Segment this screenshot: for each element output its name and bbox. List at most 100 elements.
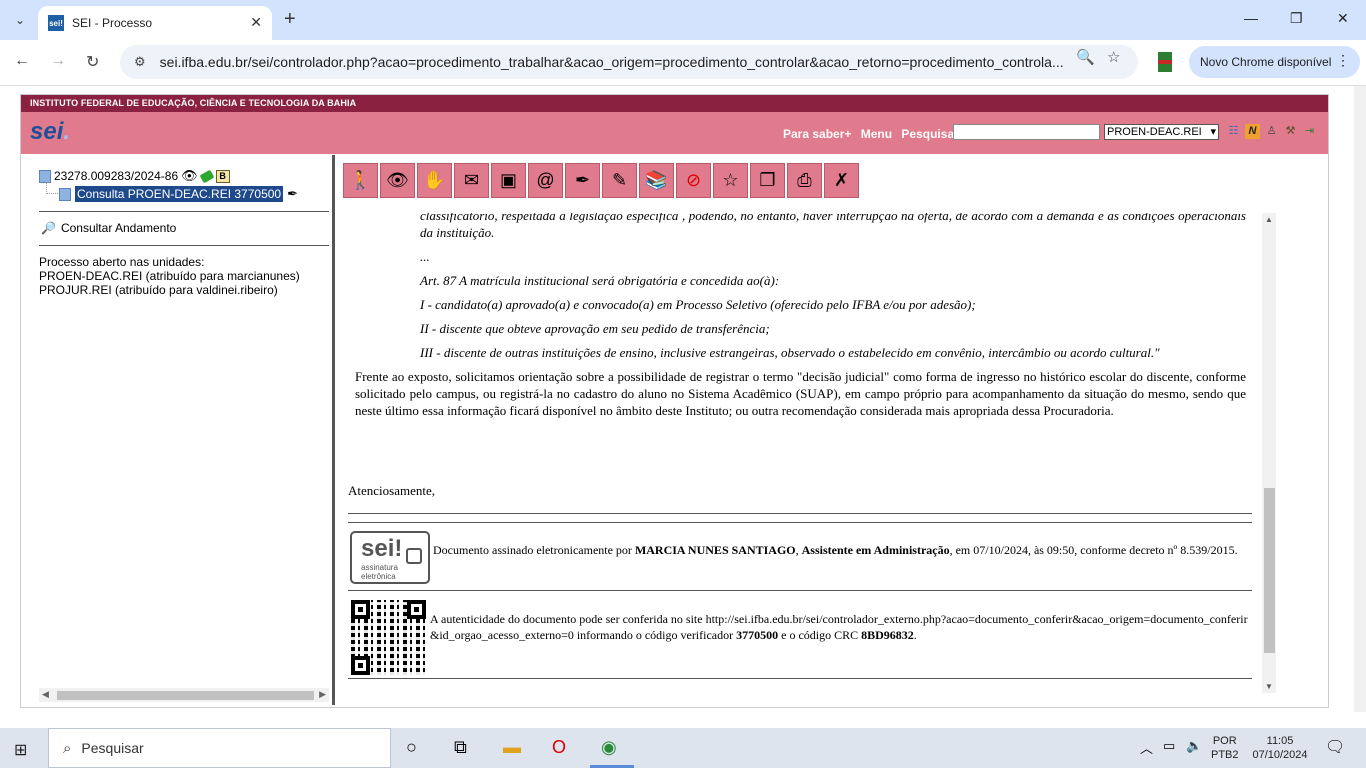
para-saber-link[interactable]: Para saber+ [783, 127, 851, 141]
consultar-andamento-link[interactable]: 🔎 Consultar Andamento [41, 221, 176, 235]
document-pane: 🚶 👁 ✋ ✉ ▣ @ ✒ ✎ 📚 ⊘ ☆ ❐ ⎙ ✗ classificató… [335, 155, 1328, 705]
opera-icon[interactable]: O [552, 737, 566, 758]
scroll-thumb[interactable] [1264, 488, 1275, 653]
language-indicator[interactable]: POR PTB2 [1211, 734, 1239, 762]
sei-header: sei. Para saber+ Menu Pesquisa PROEN-DEA… [21, 112, 1328, 154]
open-unit-2[interactable]: PROJUR.REI (atribuído para valdinei.ribe… [39, 283, 300, 297]
authenticity-text: A autenticidade do documento pode ser co… [430, 612, 1248, 642]
quote-item-3: III - discente de outras instituições de… [420, 345, 1160, 360]
chrome-icon[interactable]: ◉ [601, 737, 617, 758]
process-tree-pane: 23278.009283/2024-86 👁 B Consulta PROEN-… [21, 155, 332, 705]
forward-icon[interactable]: → [50, 52, 66, 70]
tools-icon[interactable]: ⚒ [1283, 124, 1298, 139]
grid-icon[interactable]: ☷ [1226, 124, 1241, 139]
notifications-icon[interactable]: 🗨 [1325, 737, 1345, 757]
pen-sign-icon[interactable]: ✒ [565, 163, 600, 198]
edit-document-icon[interactable]: ✎ [602, 163, 637, 198]
news-icon[interactable]: N [1245, 124, 1260, 139]
search-input[interactable] [953, 124, 1100, 140]
footer-divider [348, 678, 1252, 679]
send-process-icon[interactable]: 🚶 [343, 163, 378, 198]
tag-icon[interactable] [199, 169, 215, 183]
task-view-icon[interactable]: ⧉ [454, 737, 467, 758]
taskbar-search-label: Pesquisar [81, 740, 144, 756]
envelope-icon[interactable]: ✉ [454, 163, 489, 198]
cortana-icon[interactable]: ○ [406, 737, 417, 758]
volume-icon[interactable]: 🔈 [1186, 738, 1202, 754]
sign-block-icon[interactable]: ▣ [491, 163, 526, 198]
unit-select[interactable]: PROEN-DEAC.REI [1104, 124, 1219, 140]
tray-chevron-icon[interactable]: ︿ [1140, 738, 1153, 757]
browser-tab[interactable]: sei! SEI - Processo ✕ [38, 6, 272, 40]
eye-icon[interactable]: 👁 [181, 168, 198, 184]
open-units-info: Processo aberto nas unidades: PROEN-DEAC… [39, 255, 300, 297]
windows-start-icon[interactable]: ⊞ [14, 740, 27, 760]
zoom-icon[interactable]: 🔍 [1076, 48, 1095, 66]
windows-taskbar: ⊞ ⌕ Pesquisar ○ ⧉ ▬ O ◉ ︿ ▭ 🔈 POR PTB2 1… [0, 728, 1366, 768]
open-unit-1[interactable]: PROEN-DEAC.REI (atribuído para marcianun… [39, 269, 300, 283]
back-icon[interactable]: ← [14, 52, 30, 70]
chrome-update-button[interactable]: Novo Chrome disponível ⋮ [1189, 46, 1360, 78]
close-tab-icon[interactable]: ✕ [250, 14, 262, 31]
file-explorer-icon[interactable]: ▬ [503, 737, 521, 758]
battery-icon[interactable]: ▭ [1163, 738, 1175, 754]
document-label[interactable]: Consulta PROEN-DEAC.REI 3770500 [75, 186, 284, 202]
header-icons: ☷ N ♙ ⚒ ⇥ [1226, 124, 1317, 139]
sei-signature-seal: sei! assinatura eletrônica [350, 531, 430, 584]
url-text[interactable]: sei.ifba.edu.br/sei/controlador.php?acao… [160, 54, 1070, 70]
copy-icon[interactable]: ❐ [750, 163, 785, 198]
scroll-down-icon[interactable]: ▼ [1265, 682, 1273, 691]
scroll-right-icon[interactable]: ▶ [319, 689, 326, 700]
consultar-andamento-label[interactable]: Consultar Andamento [61, 221, 176, 235]
lock-icon [406, 548, 422, 564]
exit-icon[interactable]: ⇥ [1302, 124, 1317, 139]
reload-icon[interactable]: ↻ [86, 52, 99, 72]
ifba-extension-icon[interactable] [1158, 52, 1172, 72]
tab-search-icon[interactable]: ⌄ [8, 8, 32, 32]
document-vertical-scrollbar[interactable]: ▲ ▼ [1262, 213, 1276, 693]
sei-favicon-icon: sei! [48, 15, 64, 31]
email-icon[interactable]: @ [528, 163, 563, 198]
new-tab-icon[interactable]: + [284, 8, 296, 31]
minimize-icon[interactable]: — [1244, 10, 1258, 26]
bookmark-star-icon[interactable]: ☆ [1107, 48, 1120, 66]
site-info-icon[interactable]: ⚙ [134, 54, 146, 70]
menu-link[interactable]: Menu [861, 127, 892, 141]
scroll-up-icon[interactable]: ▲ [1265, 215, 1273, 224]
document-icon [59, 187, 71, 201]
clock[interactable]: 11:05 07/10/2024 [1248, 734, 1312, 762]
hand-icon[interactable]: ✋ [417, 163, 452, 198]
document-node[interactable]: Consulta PROEN-DEAC.REI 3770500 ✒ [59, 186, 298, 202]
new-document-star-icon[interactable]: ☆ [713, 163, 748, 198]
process-number[interactable]: 23278.009283/2024-86 [54, 169, 178, 183]
header-links: Para saber+ Menu Pesquisa [783, 127, 960, 141]
auth-divider [348, 590, 1252, 591]
cancel-icon[interactable]: ⊘ [676, 163, 711, 198]
sei-logo[interactable]: sei. [30, 118, 70, 146]
block-b-icon[interactable]: B [215, 169, 230, 183]
quote-item-2: II - discente que obteve aprovação em se… [420, 321, 770, 336]
view-eye-icon[interactable]: 👁 [380, 163, 415, 198]
update-label: Novo Chrome disponível [1200, 55, 1332, 69]
quote-paragraph: classificatório, respeitada a legislação… [420, 213, 1246, 240]
process-node[interactable]: 23278.009283/2024-86 👁 B [39, 168, 230, 184]
books-icon[interactable]: 📚 [639, 163, 674, 198]
tree-connector [46, 182, 58, 194]
address-bar[interactable]: ⚙ sei.ifba.edu.br/sei/controlador.php?ac… [120, 45, 1138, 79]
page-scrollbar[interactable] [1354, 86, 1366, 712]
divider [39, 211, 329, 212]
tree-horizontal-scrollbar[interactable]: ◀ ▶ [39, 688, 329, 702]
print-icon[interactable]: ⎙ [787, 163, 822, 198]
taskbar-search[interactable]: ⌕ Pesquisar [48, 728, 391, 768]
tab-title: SEI - Processo [72, 16, 153, 30]
pesquisa-link[interactable]: Pesquisa [901, 127, 954, 141]
scroll-left-icon[interactable]: ◀ [42, 689, 49, 700]
exclude-icon[interactable]: ✗ [824, 163, 859, 198]
close-window-icon[interactable]: ✕ [1337, 10, 1349, 27]
user-icon[interactable]: ♙ [1264, 124, 1279, 139]
scroll-thumb[interactable] [57, 691, 314, 700]
institution-bar: INSTITUTO FEDERAL DE EDUCAÇÃO, CIÊNCIA E… [21, 95, 1328, 112]
restore-icon[interactable]: ❐ [1290, 10, 1303, 27]
body-paragraph: Frente ao exposto, solicitamos orientaçã… [355, 369, 1246, 418]
menu-dots-icon[interactable]: ⋮ [1336, 52, 1350, 69]
